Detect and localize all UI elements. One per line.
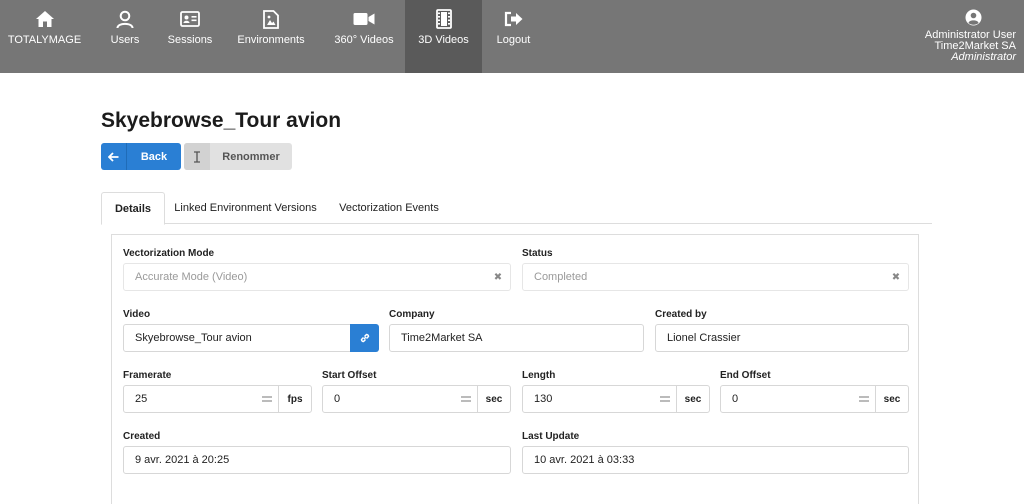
vectorization-mode-value: Accurate Mode (Video) xyxy=(135,271,248,283)
created-label: Created xyxy=(123,431,161,442)
nav-item-users[interactable]: Users xyxy=(89,0,161,73)
nav-label: Sessions xyxy=(167,34,213,46)
vectorization-mode-label: Vectorization Mode xyxy=(123,248,215,259)
video-label: Video xyxy=(123,309,151,320)
framerate-label: Framerate xyxy=(123,370,172,381)
user-menu[interactable]: Administrator User Time2Market SA Admini… xyxy=(925,9,1016,63)
start-offset-input[interactable]: 0 sec xyxy=(322,385,511,413)
company-value: Time2Market SA xyxy=(401,332,483,344)
length-unit: sec xyxy=(676,386,709,412)
tab-bar: Details Linked Environment Versions Vect… xyxy=(101,192,932,225)
status-select[interactable]: Completed ✖ xyxy=(522,263,909,291)
spinner-icon[interactable] xyxy=(853,396,875,402)
created-field[interactable]: 9 avr. 2021 à 20:25 xyxy=(123,446,511,474)
tab-vectorization-events[interactable]: Vectorization Events xyxy=(326,192,452,224)
arrow-left-icon xyxy=(101,143,127,170)
spinner-icon[interactable] xyxy=(654,396,676,402)
end-offset-label: End Offset xyxy=(720,370,771,381)
film-strip-icon xyxy=(435,9,452,29)
home-icon xyxy=(35,9,55,29)
framerate-unit: fps xyxy=(278,386,311,412)
nav-label: Logout xyxy=(496,34,531,46)
video-field[interactable]: Skyebrowse_Tour avion xyxy=(123,324,351,352)
details-panel: Vectorization Mode Accurate Mode (Video)… xyxy=(111,234,919,504)
tab-linked-environment-versions[interactable]: Linked Environment Versions xyxy=(165,192,326,224)
rename-button[interactable]: Renommer xyxy=(184,143,292,170)
document-image-icon xyxy=(263,9,279,29)
nav-item-totalymage[interactable]: TOTALYMAGE xyxy=(0,0,89,73)
vectorization-mode-select[interactable]: Accurate Mode (Video) ✖ xyxy=(123,263,511,291)
end-offset-value: 0 xyxy=(732,393,739,405)
back-button[interactable]: Back xyxy=(101,143,181,170)
page-title: Skyebrowse_Tour avion xyxy=(101,109,342,132)
end-offset-unit: sec xyxy=(875,386,908,412)
nav-item-sessions[interactable]: Sessions xyxy=(161,0,219,73)
nav-item-environments[interactable]: Environments xyxy=(219,0,323,73)
start-offset-label: Start Offset xyxy=(322,370,377,381)
company-label: Company xyxy=(389,309,435,320)
nav-item-3d-videos[interactable]: 3D Videos xyxy=(405,0,482,73)
framerate-input[interactable]: 25 fps xyxy=(123,385,312,413)
nav-label: 360° Videos xyxy=(334,34,394,46)
video-camera-icon xyxy=(353,9,375,29)
last-update-field[interactable]: 10 avr. 2021 à 03:33 xyxy=(522,446,909,474)
user-circle-icon xyxy=(925,9,1016,26)
user-icon xyxy=(116,9,134,29)
clear-icon[interactable]: ✖ xyxy=(486,272,510,283)
length-label: Length xyxy=(522,370,556,381)
nav-label: TOTALYMAGE xyxy=(7,34,82,46)
last-update-label: Last Update xyxy=(522,431,580,442)
framerate-value: 25 xyxy=(135,393,148,405)
last-update-value: 10 avr. 2021 à 03:33 xyxy=(534,454,635,466)
nav-label: Environments xyxy=(237,34,305,46)
clear-icon[interactable]: ✖ xyxy=(884,272,908,283)
logout-icon xyxy=(504,9,524,29)
end-offset-input[interactable]: 0 sec xyxy=(720,385,909,413)
link-icon xyxy=(359,332,371,344)
status-value: Completed xyxy=(534,271,588,283)
length-input[interactable]: 130 sec xyxy=(522,385,710,413)
length-value: 130 xyxy=(534,393,553,405)
nav-item-360-videos[interactable]: 360° Videos xyxy=(323,0,405,73)
start-offset-value: 0 xyxy=(334,393,341,405)
tab-details[interactable]: Details xyxy=(101,192,165,225)
video-value: Skyebrowse_Tour avion xyxy=(135,332,252,344)
user-role: Administrator xyxy=(951,51,1016,63)
spinner-icon[interactable] xyxy=(256,396,278,402)
created-by-field[interactable]: Lionel Crassier xyxy=(655,324,909,352)
nav-label: 3D Videos xyxy=(418,34,469,46)
rename-button-label: Renommer xyxy=(222,150,280,163)
created-value: 9 avr. 2021 à 20:25 xyxy=(135,454,230,466)
status-label: Status xyxy=(522,248,553,259)
nav-label: Users xyxy=(110,34,140,46)
id-card-icon xyxy=(180,9,200,29)
text-cursor-icon xyxy=(184,143,210,170)
spinner-icon[interactable] xyxy=(455,396,477,402)
created-by-value: Lionel Crassier xyxy=(667,332,741,344)
nav-item-logout[interactable]: Logout xyxy=(482,0,545,73)
start-offset-unit: sec xyxy=(477,386,510,412)
back-button-label: Back xyxy=(140,150,168,163)
created-by-label: Created by xyxy=(655,309,707,320)
video-link-button[interactable] xyxy=(350,324,379,352)
company-field[interactable]: Time2Market SA xyxy=(389,324,644,352)
top-navbar: TOTALYMAGE Users Sessions Environments 3… xyxy=(0,0,1024,73)
